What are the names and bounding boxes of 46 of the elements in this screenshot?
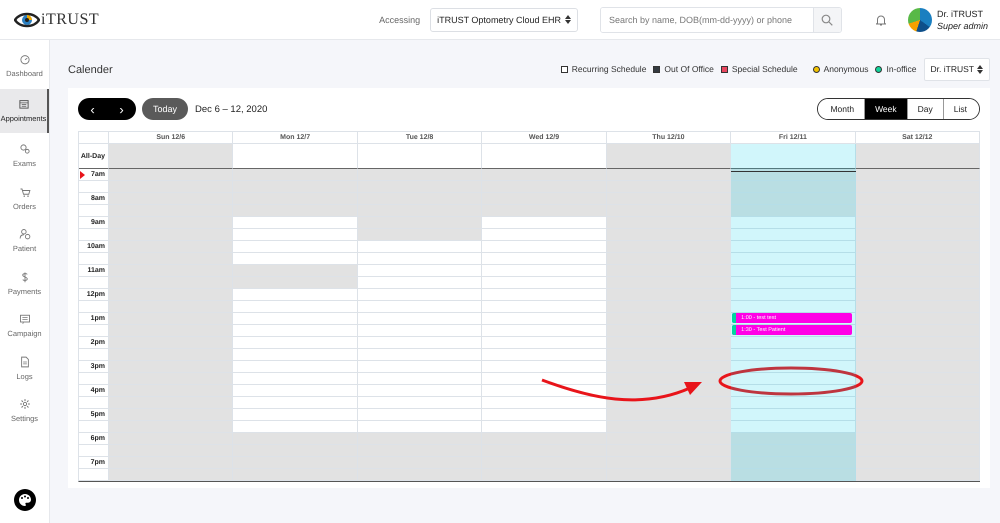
today-button[interactable]: Today [142,98,188,120]
user-role: Super admin [936,20,988,30]
palette-button[interactable] [14,489,36,511]
previous-button[interactable]: ‹ [78,98,107,120]
document-icon [18,356,30,368]
all-day-slot[interactable] [856,144,980,169]
legend-label: Special Schedule [732,64,798,74]
calendar-icon [18,98,30,110]
circles-icon [18,143,30,156]
all-day-slot[interactable] [109,144,234,169]
gauge-icon [18,52,30,65]
sort-arrows-icon [977,64,983,74]
user-name: Dr. iTRUST [936,8,984,18]
all-day-slot[interactable] [358,144,482,169]
page-title: Calender [68,64,113,76]
view-tab[interactable]: List [942,99,979,119]
avatar[interactable] [908,8,932,32]
eye-logo-icon [14,10,40,28]
next-button[interactable]: › [107,98,136,120]
all-day-slot[interactable] [482,144,607,169]
all-day-slot[interactable] [731,144,856,169]
bell-icon[interactable] [876,14,886,26]
search-button[interactable] [812,8,841,32]
date-range: Dec 6 – 12, 2020 [195,104,268,114]
legend-label: In-office [886,64,917,74]
all-day-slot[interactable] [233,144,358,169]
legend-label: Recurring Schedule [572,64,646,74]
legend-label: Anonymous [824,64,868,74]
accessing-label: Accessing [379,14,420,24]
view-tab[interactable]: Week [864,99,907,119]
legend-label: Out Of Office [664,64,714,74]
time-slot[interactable] [731,169,856,181]
cart-icon [18,186,30,198]
message-icon [18,313,30,326]
search-icon [821,14,834,26]
time-slot[interactable] [482,373,607,385]
logo-text: iTRUST [41,10,100,28]
time-slot[interactable] [731,373,856,385]
search-field[interactable]: Search by name, DOB(mm-dd-yyyy) or phone [600,6,842,32]
sort-arrows-icon [564,15,571,24]
all-day-slot[interactable] [606,144,732,169]
time-slot[interactable] [482,385,607,397]
person-icon [18,228,30,240]
settings-icon [18,398,30,410]
provider-select[interactable]: Dr. iTRUST [924,58,990,80]
practice-select[interactable]: iTRUST Optometry Cloud EHR [430,8,578,32]
